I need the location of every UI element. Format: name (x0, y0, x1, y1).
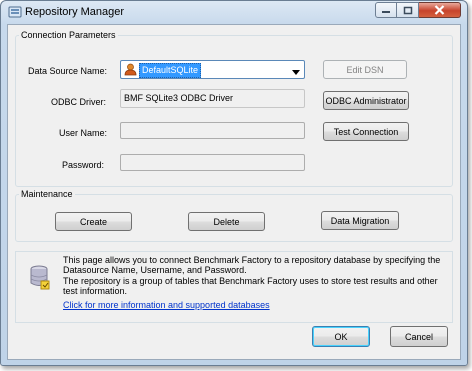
user-name-input[interactable] (120, 122, 305, 139)
repository-manager-window: Repository Manager Connection Parameters… (0, 0, 468, 366)
password-label: Password: (62, 160, 105, 170)
user-name-label: User Name: (59, 128, 108, 138)
window-title: Repository Manager (25, 6, 125, 18)
dsn-label: Data Source Name: (28, 66, 108, 76)
odbc-driver-value: BMF SQLite3 ODBC Driver (124, 93, 234, 103)
title-bar[interactable]: Repository Manager (1, 1, 467, 25)
more-info-link[interactable]: Click for more information and supported… (63, 300, 270, 310)
maximize-icon (403, 6, 412, 14)
user-db-icon (124, 63, 137, 78)
info-line-2: The repository is a group of tables that… (63, 276, 438, 296)
dsn-combobox[interactable]: DefaultSQLite (120, 60, 305, 79)
ok-button[interactable]: OK (312, 326, 370, 347)
test-connection-button[interactable]: Test Connection (323, 122, 409, 141)
cancel-button[interactable]: Cancel (390, 326, 448, 347)
create-button[interactable]: Create (55, 212, 132, 231)
dialog-body: Connection Parameters Data Source Name: … (7, 24, 461, 360)
maximize-button[interactable] (397, 2, 419, 18)
delete-button[interactable]: Delete (188, 212, 265, 231)
edit-dsn-button[interactable]: Edit DSN (323, 60, 407, 79)
info-panel: This page allows you to connect Benchmar… (15, 251, 453, 323)
close-button[interactable] (419, 2, 461, 18)
repository-icon (8, 5, 22, 19)
chevron-down-icon[interactable] (292, 67, 300, 77)
database-icon (29, 265, 51, 293)
minimize-icon (382, 11, 390, 13)
minimize-button[interactable] (375, 2, 397, 18)
dsn-selected-value: DefaultSQLite (139, 63, 202, 78)
info-line-1: This page allows you to connect Benchmar… (63, 255, 441, 275)
connection-group-title: Connection Parameters (19, 30, 118, 40)
maintenance-group-title: Maintenance (19, 189, 75, 199)
odbc-administrator-button[interactable]: ODBC Administrator (323, 91, 409, 110)
password-input[interactable] (120, 154, 305, 171)
data-migration-button[interactable]: Data Migration (321, 211, 399, 230)
close-icon (434, 5, 445, 15)
odbc-driver-label: ODBC Driver: (51, 97, 107, 107)
